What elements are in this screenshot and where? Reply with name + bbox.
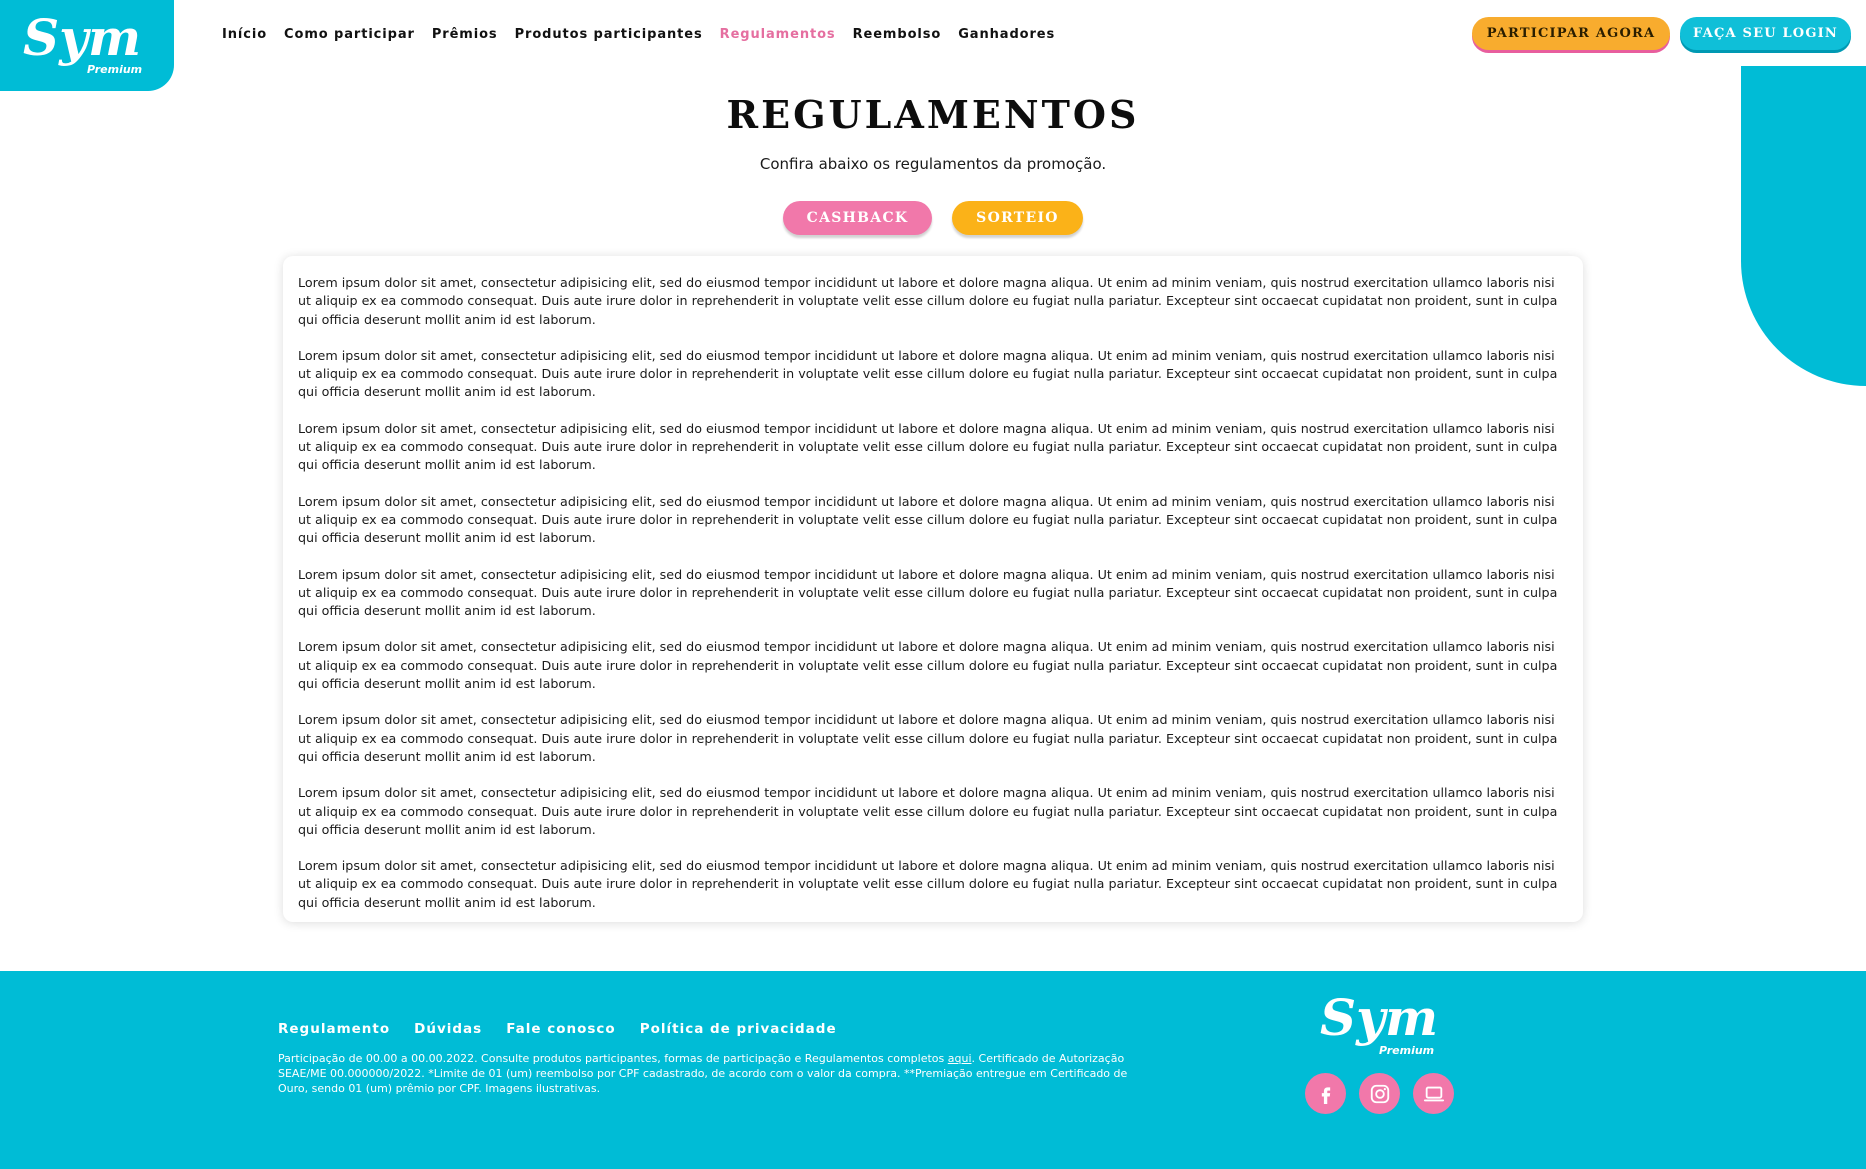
participar-agora-button[interactable]: PARTICIPAR AGORA bbox=[1472, 17, 1670, 50]
sym-logo-icon: Sym Premium bbox=[1320, 988, 1438, 1057]
footer-link-duvidas[interactable]: Dúvidas bbox=[414, 1021, 482, 1037]
svg-text:Sym: Sym bbox=[1320, 989, 1438, 1047]
legal-aqui-link[interactable]: aqui bbox=[948, 1052, 972, 1065]
regulation-content: Lorem ipsum dolor sit amet, consectetur … bbox=[283, 256, 1583, 922]
nav-item-reembolso[interactable]: Reembolso bbox=[853, 27, 942, 42]
regulation-paragraph: Lorem ipsum dolor sit amet, consectetur … bbox=[298, 639, 1558, 692]
footer-legal-text: Participação de 00.00 a 00.00.2022. Cons… bbox=[278, 1051, 1158, 1096]
laptop-icon bbox=[1423, 1086, 1444, 1101]
legal-text-part: Participação de 00.00 a 00.00.2022. Cons… bbox=[278, 1052, 948, 1065]
website-button[interactable] bbox=[1413, 1073, 1454, 1114]
nav-item-produtos-participantes[interactable]: Produtos participantes bbox=[515, 27, 703, 42]
page-subtitle: Confira abaixo os regulamentos da promoç… bbox=[759, 155, 1107, 173]
sym-logo-icon: Sym Premium bbox=[23, 11, 142, 76]
footer-link-fale-conosco[interactable]: Fale conosco bbox=[506, 1021, 616, 1037]
footer-link-regulamento[interactable]: Regulamento bbox=[278, 1021, 390, 1037]
facebook-button[interactable] bbox=[1305, 1073, 1346, 1114]
instagram-button[interactable] bbox=[1359, 1073, 1400, 1114]
login-button[interactable]: FAÇA SEU LOGIN bbox=[1680, 17, 1851, 50]
page-title: REGULAMENTOS bbox=[726, 92, 1140, 137]
footer-link-politica-privacidade[interactable]: Política de privacidade bbox=[640, 1021, 837, 1037]
brand-logo[interactable]: Sym Premium bbox=[0, 0, 174, 91]
nav-item-como-participar[interactable]: Como participar bbox=[284, 27, 415, 42]
nav-item-inicio[interactable]: Início bbox=[222, 27, 267, 42]
footer: Regulamento Dúvidas Fale conosco Polític… bbox=[0, 971, 1866, 1169]
tab-cashback[interactable]: CASHBACK bbox=[783, 201, 932, 235]
regulation-paragraph: Lorem ipsum dolor sit amet, consectetur … bbox=[298, 347, 1558, 400]
regulation-paragraph: Lorem ipsum dolor sit amet, consectetur … bbox=[298, 275, 1558, 327]
regulation-paragraph: Lorem ipsum dolor sit amet, consectetur … bbox=[298, 785, 1558, 837]
svg-text:Premium: Premium bbox=[1379, 1044, 1434, 1057]
footer-links: Regulamento Dúvidas Fale conosco Polític… bbox=[278, 1021, 837, 1037]
regulation-paragraph: Lorem ipsum dolor sit amet, consectetur … bbox=[298, 420, 1558, 473]
nav-item-regulamentos[interactable]: Regulamentos bbox=[720, 27, 836, 42]
svg-text:Premium: Premium bbox=[87, 63, 142, 76]
nav-item-premios[interactable]: Prêmios bbox=[432, 27, 498, 42]
regulation-paragraph: Lorem ipsum dolor sit amet, consectetur … bbox=[298, 858, 1558, 910]
instagram-icon bbox=[1370, 1084, 1389, 1103]
nav-item-ganhadores[interactable]: Ganhadores bbox=[958, 27, 1055, 42]
tab-sorteio[interactable]: SORTEIO bbox=[952, 201, 1083, 235]
regulation-paragraph: Lorem ipsum dolor sit amet, consectetur … bbox=[298, 712, 1558, 764]
facebook-icon bbox=[1321, 1086, 1330, 1104]
svg-text:Sym: Sym bbox=[23, 11, 141, 67]
regulation-paragraph: Lorem ipsum dolor sit amet, consectetur … bbox=[298, 566, 1558, 619]
footer-logo[interactable]: Sym Premium bbox=[1316, 988, 1456, 1069]
main-nav: Início Como participar Prêmios Produtos … bbox=[222, 27, 1055, 42]
regulation-paragraph: Lorem ipsum dolor sit amet, consectetur … bbox=[298, 493, 1558, 546]
